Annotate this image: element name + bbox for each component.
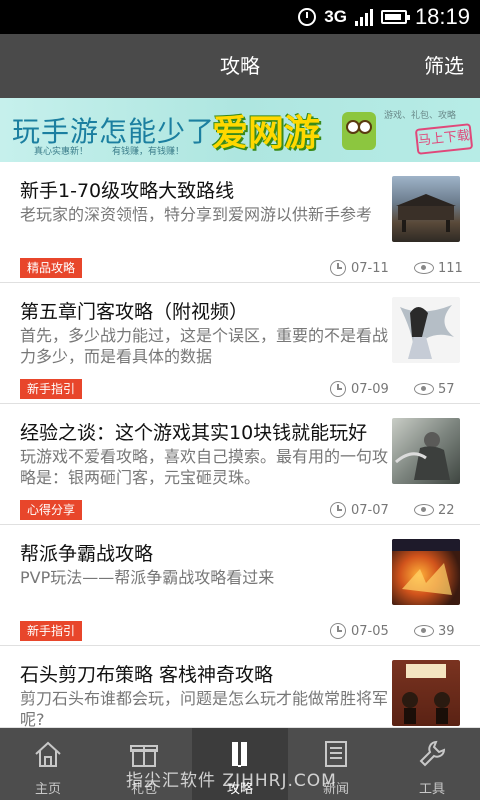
- article-date: 07-09: [330, 379, 389, 399]
- eye-icon: [414, 262, 434, 274]
- article-title: 新手1-70级攻略大致路线: [20, 180, 235, 202]
- article-desc: 玩游戏不爱看攻略，喜欢自己摸索。最有用的一句攻略是：银两砸门客，元宝砸灵珠。: [20, 447, 389, 487]
- banner-small-text-1: 真心实惠新！: [34, 147, 89, 157]
- article-desc: PVP玩法——帮派争霸战攻略看过来: [20, 568, 275, 587]
- wrench-icon: [419, 740, 446, 767]
- article-thumbnail: [392, 539, 460, 605]
- promo-banner[interactable]: 玩手游怎能少了 真心实惠新！ 有钱赚，有钱赚！ 爱网游 游戏、礼包、攻略 马上下…: [0, 98, 480, 162]
- article-views: 22: [414, 500, 455, 520]
- tab-guide-label: 攻略: [226, 782, 253, 797]
- tab-guide[interactable]: 攻略: [192, 728, 288, 800]
- clock-icon: [330, 260, 346, 276]
- article-views-count: 57: [438, 381, 455, 397]
- article-date-text: 07-05: [351, 623, 389, 639]
- tab-news-label: 新闻: [322, 782, 349, 797]
- article-title: 帮派争霸战攻略: [20, 543, 154, 565]
- home-icon: [35, 741, 61, 767]
- tab-tools[interactable]: 工具: [384, 728, 480, 800]
- banner-brand: 爱网游: [212, 113, 321, 154]
- status-bar: 3G 18:19: [0, 0, 480, 34]
- list-item[interactable]: 帮派争霸战攻略 PVP玩法——帮派争霸战攻略看过来 新手指引 07-05 39: [0, 525, 480, 646]
- article-tag: 新手指引: [20, 621, 83, 641]
- list-item[interactable]: 第五章门客攻略（附视频） 首先，多少战力能过，这是个误区，重要的不是看战力多少，…: [0, 283, 480, 404]
- article-date-text: 07-11: [351, 260, 389, 276]
- network-type: 3G: [324, 7, 347, 26]
- article-date-text: 07-07: [351, 502, 389, 518]
- bottom-nav: 主页 礼包 攻略 新闻 工具: [0, 728, 480, 800]
- article-thumbnail: [392, 660, 460, 726]
- gift-icon: [130, 745, 158, 767]
- list-item[interactable]: 石头剪刀布策略 客栈神奇攻略 剪刀石头布谁都会玩，问题是怎么玩才能做常胜将军呢?: [0, 646, 480, 728]
- article-title: 石头剪刀布策略 客栈神奇攻略: [20, 664, 274, 686]
- article-date: 07-07: [330, 500, 389, 520]
- article-thumbnail: [392, 176, 460, 242]
- article-views: 39: [414, 621, 455, 641]
- tab-gift[interactable]: 礼包: [96, 728, 192, 800]
- article-desc: 老玩家的深资领悟，特分享到爱网游以供新手参考: [20, 205, 373, 224]
- article-date: 07-05: [330, 621, 389, 641]
- banner-tagline: 游戏、礼包、攻略: [384, 111, 457, 121]
- article-tag: 精品攻略: [20, 258, 83, 278]
- article-views-count: 39: [438, 623, 455, 639]
- eye-icon: [414, 383, 434, 395]
- article-views-count: 111: [438, 260, 463, 276]
- list-item[interactable]: 新手1-70级攻略大致路线 老玩家的深资领悟，特分享到爱网游以供新手参考 精品攻…: [0, 162, 480, 283]
- owl-mascot-icon: [342, 112, 376, 150]
- article-desc: 首先，多少战力能过，这是个误区，重要的不是看战力多少，而是看具体的数据: [20, 326, 389, 366]
- alarm-icon: [298, 8, 317, 26]
- article-date: 07-11: [330, 258, 389, 278]
- banner-download-button[interactable]: 马上下载: [414, 123, 474, 155]
- article-desc: 剪刀石头布谁都会玩，问题是怎么玩才能做常胜将军呢?: [20, 689, 389, 728]
- article-date-text: 07-09: [351, 381, 389, 397]
- article-list: 新手1-70级攻略大致路线 老玩家的深资领悟，特分享到爱网游以供新手参考 精品攻…: [0, 162, 480, 728]
- article-title: 经验之谈：这个游戏其实10块钱就能玩好: [20, 422, 368, 444]
- tab-home[interactable]: 主页: [0, 728, 96, 800]
- clock-icon: [330, 623, 346, 639]
- guide-icon: [232, 742, 247, 767]
- clock-icon: [330, 502, 346, 518]
- clock-time: 18:19: [414, 4, 470, 29]
- banner-small-text-2: 有钱赚，有钱赚！: [112, 147, 185, 157]
- tab-gift-label: 礼包: [130, 782, 157, 797]
- clock-icon: [330, 381, 346, 397]
- news-icon: [325, 741, 347, 767]
- article-title: 第五章门客攻略（附视频）: [20, 301, 249, 323]
- list-item[interactable]: 经验之谈：这个游戏其实10块钱就能玩好 玩游戏不爱看攻略，喜欢自己摸索。最有用的…: [0, 404, 480, 525]
- page-title: 攻略: [220, 54, 260, 78]
- tab-news[interactable]: 新闻: [288, 728, 384, 800]
- filter-button[interactable]: 筛选: [424, 34, 464, 98]
- article-thumbnail: [392, 297, 460, 363]
- eye-icon: [414, 504, 434, 516]
- article-views-count: 22: [438, 502, 455, 518]
- article-tag: 新手指引: [20, 379, 83, 399]
- signal-icon: [354, 8, 373, 26]
- article-views: 57: [414, 379, 455, 399]
- tab-home-label: 主页: [34, 782, 61, 797]
- app-header: 攻略 筛选: [0, 34, 480, 98]
- eye-icon: [414, 625, 434, 637]
- tab-tools-label: 工具: [418, 782, 445, 797]
- article-views: 111: [414, 258, 463, 278]
- article-thumbnail: [392, 418, 460, 484]
- article-tag: 心得分享: [20, 500, 83, 520]
- battery-icon: [380, 10, 410, 24]
